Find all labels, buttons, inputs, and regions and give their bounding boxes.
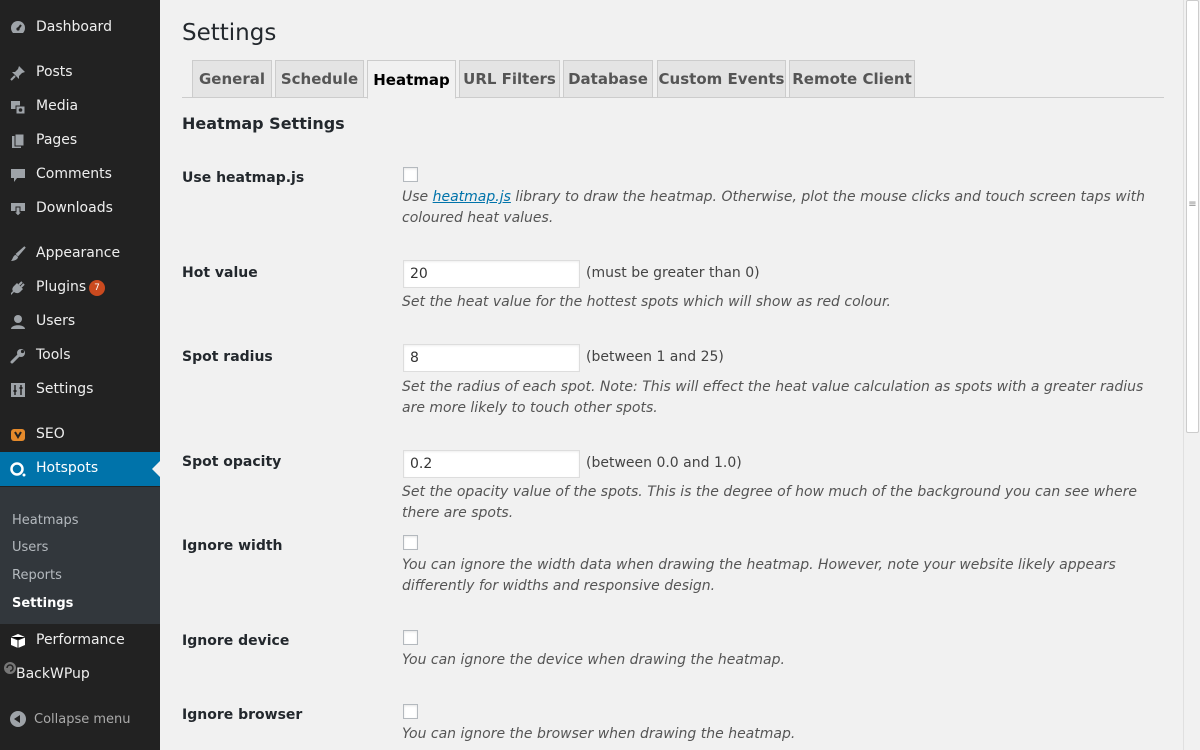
menu-item-performance[interactable]: Performance <box>0 624 160 658</box>
menu-item-dashboard[interactable]: Dashboard <box>0 11 160 45</box>
section-title: Heatmap Settings <box>182 114 345 133</box>
dashboard-icon <box>8 18 28 38</box>
ignore-browser-description: You can ignore the browser when drawing … <box>402 726 796 742</box>
menu-label: Media <box>36 98 79 114</box>
menu-label: Hotspots <box>36 460 99 476</box>
pin-icon <box>8 63 28 83</box>
ignore-browser-label: Ignore browser <box>182 707 303 723</box>
tab-url-filters[interactable]: URL Filters <box>459 60 560 98</box>
menu-label: Appearance <box>36 245 121 261</box>
desc-text: library to draw the heatmap. Otherwise, … <box>402 189 1145 226</box>
desc-text: Use <box>402 189 433 205</box>
hotspots-icon <box>8 459 28 479</box>
tab-general[interactable]: General <box>192 60 272 98</box>
tab-remote-client[interactable]: Remote Client <box>789 60 915 98</box>
submenu-item-settings[interactable]: Settings <box>12 596 73 611</box>
hotspots-submenu: Heatmaps Users Reports Settings <box>0 487 160 624</box>
ignore-browser-checkbox[interactable] <box>403 704 418 719</box>
tab-schedule[interactable]: Schedule <box>275 60 364 98</box>
menu-item-tools[interactable]: Tools <box>0 339 160 373</box>
use-heatmapjs-label: Use heatmap.js <box>182 170 305 186</box>
wrench-icon <box>8 346 28 366</box>
seo-icon <box>8 425 28 445</box>
menu-label: Pages <box>36 132 78 148</box>
hot-value-label: Hot value <box>182 265 258 281</box>
menu-label: Comments <box>36 166 112 182</box>
menu-label: Performance <box>36 632 125 648</box>
user-icon <box>8 312 28 332</box>
menu-item-hotspots[interactable]: Hotspots <box>0 452 160 486</box>
use-heatmapjs-description: Use heatmap.js library to draw the heatm… <box>402 187 1152 229</box>
use-heatmapjs-checkbox[interactable] <box>403 167 418 182</box>
spot-opacity-input[interactable] <box>403 450 580 478</box>
menu-item-plugins[interactable]: Plugins 7 <box>0 271 160 305</box>
tab-heatmap[interactable]: Heatmap <box>367 60 456 99</box>
submenu-item-reports[interactable]: Reports <box>12 568 62 583</box>
ignore-device-description: You can ignore the device when drawing t… <box>402 652 785 668</box>
spot-radius-input[interactable] <box>403 344 580 372</box>
menu-item-appearance[interactable]: Appearance <box>0 237 160 271</box>
ignore-width-description: You can ignore the width data when drawi… <box>402 557 1116 594</box>
menu-label: Downloads <box>36 200 113 216</box>
collapse-menu-label: Collapse menu <box>34 712 131 727</box>
menu-label: Plugins <box>36 279 87 295</box>
menu-label: Dashboard <box>36 19 112 35</box>
menu-label: Settings <box>36 381 94 397</box>
menu-item-settings[interactable]: Settings <box>0 373 160 407</box>
menu-label: SEO <box>36 426 65 442</box>
menu-item-backwpup[interactable]: BackWPup <box>0 658 160 692</box>
ignore-width-label: Ignore width <box>182 538 283 554</box>
hot-value-hint: (must be greater than 0) <box>586 265 760 281</box>
download-icon <box>8 199 28 219</box>
menu-label: Tools <box>36 347 71 363</box>
spot-opacity-label: Spot opacity <box>182 454 282 470</box>
heatmapjs-link[interactable]: heatmap.js <box>433 189 511 205</box>
submenu-item-users[interactable]: Users <box>12 540 48 555</box>
ignore-device-checkbox[interactable] <box>403 630 418 645</box>
menu-item-comments[interactable]: Comments <box>0 158 160 192</box>
spot-radius-hint: (between 1 and 25) <box>586 349 724 365</box>
scrollbar-thumb[interactable] <box>1186 0 1199 433</box>
spot-radius-description: Set the radius of each spot. Note: This … <box>402 379 1144 416</box>
admin-sidebar: Dashboard Posts Media Pages Comments Dow… <box>0 0 160 750</box>
page-scrollbar[interactable] <box>1183 0 1200 750</box>
tab-custom-events[interactable]: Custom Events <box>657 60 786 98</box>
menu-item-users[interactable]: Users <box>0 305 160 339</box>
ignore-device-label: Ignore device <box>182 633 290 649</box>
spot-radius-label: Spot radius <box>182 349 273 365</box>
cube-icon <box>8 631 28 651</box>
spot-opacity-hint: (between 0.0 and 1.0) <box>586 455 742 471</box>
brush-icon <box>8 244 28 264</box>
hot-value-input[interactable] <box>403 260 580 288</box>
menu-item-posts[interactable]: Posts <box>0 56 160 90</box>
comment-icon <box>8 165 28 185</box>
submenu-item-heatmaps[interactable]: Heatmaps <box>12 513 79 528</box>
pages-icon <box>8 131 28 151</box>
spot-opacity-description: Set the opacity value of the spots. This… <box>402 484 1137 521</box>
collapse-menu-button[interactable]: Collapse menu <box>0 702 160 736</box>
menu-item-seo[interactable]: SEO <box>0 418 160 452</box>
ignore-width-checkbox[interactable] <box>403 535 418 550</box>
media-icon <box>8 97 28 117</box>
menu-item-downloads[interactable]: Downloads <box>0 192 160 226</box>
update-count-badge: 7 <box>89 280 105 296</box>
menu-item-media[interactable]: Media <box>0 90 160 124</box>
sliders-icon <box>8 380 28 400</box>
hot-value-description: Set the heat value for the hottest spots… <box>402 294 891 310</box>
settings-tabs: General Schedule Heatmap URL Filters Dat… <box>182 60 1164 99</box>
menu-label: Users <box>36 313 76 329</box>
menu-label: BackWPup <box>16 666 90 682</box>
collapse-arrow-icon <box>10 711 26 727</box>
menu-item-pages[interactable]: Pages <box>0 124 160 158</box>
menu-label: Posts <box>36 64 73 80</box>
page-title: Settings <box>182 20 277 46</box>
plug-icon <box>8 278 28 298</box>
tab-database[interactable]: Database <box>563 60 653 98</box>
